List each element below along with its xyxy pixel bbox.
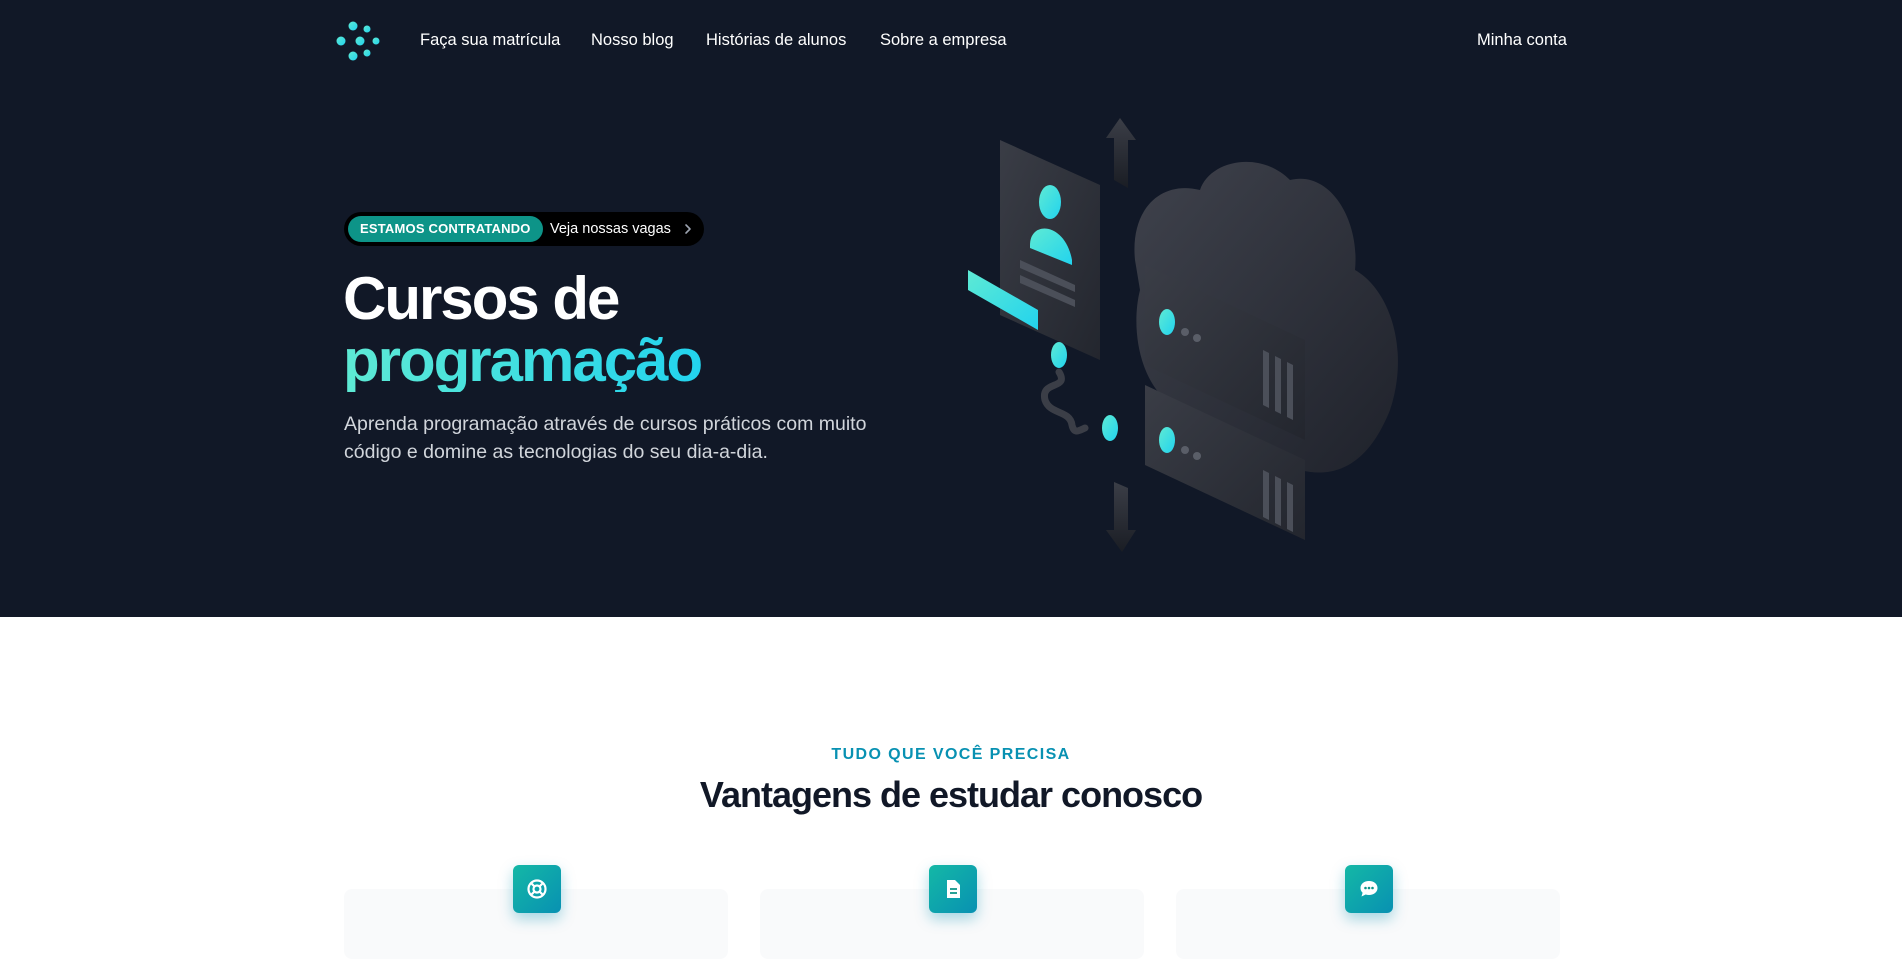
hero-title-line2: programação [343, 327, 703, 394]
hero-title: Cursos de programação [343, 265, 703, 394]
cloud-server-illustration [968, 118, 1398, 552]
support-icon [527, 879, 547, 899]
feature-icon-box-2 [929, 865, 977, 913]
nav-link-sobre[interactable]: Sobre a empresa [880, 31, 1007, 50]
account-link[interactable]: Minha conta [1477, 31, 1567, 50]
hiring-banner[interactable]: ESTAMOS CONTRATANDO Veja nossas vagas [344, 212, 704, 246]
hero-section: Faça sua matrícula Nosso blog Histórias … [0, 0, 1902, 617]
nav-link-matricula[interactable]: Faça sua matrícula [420, 31, 560, 50]
features-title: Vantagens de estudar conosco [699, 774, 1203, 815]
feature-icon-box-1 [513, 865, 561, 913]
hiring-badge: ESTAMOS CONTRATANDO [348, 216, 543, 242]
hero-title-line1: Cursos de [343, 265, 620, 332]
features-eyebrow: TUDO QUE VOCÊ PRECISA [831, 746, 1071, 763]
feature-icon-box-3 [1345, 865, 1393, 913]
nav-link-historias[interactable]: Histórias de alunos [706, 31, 846, 50]
logo-icon[interactable] [336, 20, 380, 62]
hero-subtitle: Aprenda programação através de cursos pr… [344, 413, 867, 463]
jobs-link[interactable]: Veja nossas vagas [550, 212, 671, 246]
top-navigation: Faça sua matrícula Nosso blog Histórias … [0, 0, 1902, 82]
nav-link-blog[interactable]: Nosso blog [591, 31, 674, 50]
chat-icon [1360, 881, 1378, 897]
chevron-right-icon [685, 224, 691, 234]
document-icon [947, 880, 960, 898]
